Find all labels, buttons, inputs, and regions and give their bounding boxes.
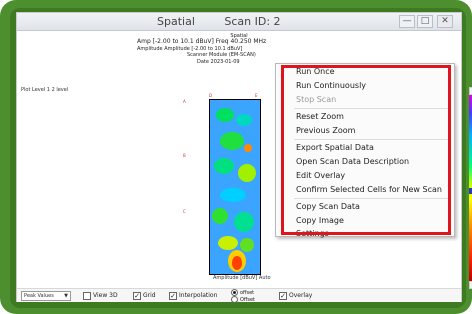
overlay-label: Overlay: [289, 292, 313, 299]
offset-radio-group[interactable]: offset Offset: [231, 289, 255, 303]
heatmap-blob: [244, 144, 252, 152]
offset-radio-bottom[interactable]: Offset: [231, 296, 255, 303]
highlight-box: [281, 65, 451, 235]
interpolation-label: Interpolation: [179, 292, 218, 299]
checkmark-icon: ✓: [133, 292, 141, 300]
chevron-down-icon: ▼: [64, 293, 68, 299]
grid-checkbox[interactable]: ✓ Grid: [133, 291, 156, 301]
grid-label: Grid: [143, 292, 156, 299]
radio-selected-icon: [231, 289, 238, 296]
interpolation-checkbox[interactable]: ✓ Interpolation: [169, 291, 217, 301]
spatial-heatmap[interactable]: [209, 99, 261, 275]
overlay-checkbox[interactable]: ✓ Overlay: [279, 291, 312, 301]
checkmark-icon: ✓: [279, 292, 287, 300]
info-scanner-module: Scanner Module (EM-SCAN): [187, 52, 256, 58]
info-date: Date 2023-01-09: [197, 59, 240, 65]
axis-label-e: E: [255, 93, 258, 98]
axis-label-b: B: [183, 153, 186, 158]
scan-id: Scan ID: 2: [224, 15, 281, 28]
heatmap-blob: [218, 236, 238, 250]
axis-label-a: A: [183, 99, 186, 104]
axis-label-c: C: [183, 209, 186, 214]
heatmap-blob: [240, 238, 254, 252]
view3d-label: View 3D: [93, 292, 118, 299]
heatmap-blob: [238, 164, 256, 182]
view-mode-select[interactable]: Peak Values ▼: [21, 291, 71, 301]
offset-top-label: offset: [240, 289, 255, 296]
heatmap-blob: [212, 208, 228, 224]
heatmap-hotspot: [232, 256, 242, 270]
bottom-toolbar: Peak Values ▼ View 3D ✓ Grid ✓ Interpola…: [17, 288, 461, 303]
radio-icon: [231, 296, 238, 303]
info-amplitude-frequency: Amp [-2.00 to 10.1 dBuV] Freq 40.250 MHz: [137, 38, 267, 45]
maximize-button[interactable]: □: [417, 15, 433, 28]
offset-bottom-label: Offset: [240, 296, 256, 303]
view-mode-value: Peak Values: [24, 293, 54, 299]
close-button[interactable]: ✕: [437, 15, 453, 28]
axis-label-d: D: [209, 93, 213, 98]
heatmap-blob: [236, 114, 252, 126]
heatmap-blob: [220, 188, 246, 202]
checkbox-icon: [83, 292, 91, 300]
heatmap-blob: [220, 132, 244, 150]
spatial-window: Spatial Scan ID: 2 — □ ✕ Spatial Amp [-2…: [16, 12, 472, 303]
amplitude-label: Amplitude [dBuV] Auto: [213, 275, 271, 281]
view3d-checkbox[interactable]: View 3D: [83, 291, 118, 301]
offset-radio-top[interactable]: offset: [231, 289, 254, 296]
heatmap-blob: [234, 212, 254, 232]
title-bar[interactable]: Spatial Scan ID: 2 — □ ✕: [17, 13, 461, 31]
heatmap-blob: [216, 108, 234, 122]
minimize-button[interactable]: —: [399, 15, 415, 28]
heatmap-blob: [214, 158, 234, 174]
window-title: Spatial Scan ID: 2: [157, 13, 281, 31]
window-title-text: Spatial: [157, 15, 195, 28]
plot-level-label: Plot Level 1 2 level: [21, 87, 69, 93]
checkmark-icon: ✓: [169, 292, 177, 300]
